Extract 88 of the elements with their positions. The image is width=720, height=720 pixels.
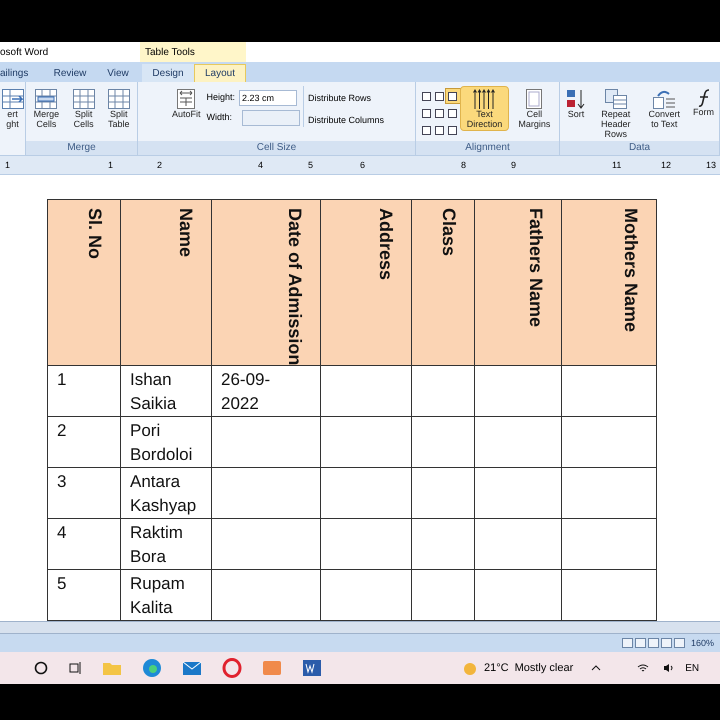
ribbon-tab[interactable]: Layout — [194, 64, 246, 82]
table-grid-icon — [72, 89, 95, 109]
convert-table-icon — [653, 89, 676, 109]
ruler-number: 8 — [461, 159, 466, 172]
task-view-icon[interactable] — [68, 661, 82, 676]
context-tab-group: Table Tools — [140, 42, 246, 62]
search-icon[interactable] — [34, 661, 48, 676]
zoom-level: 160% — [690, 636, 714, 650]
ribbon-button[interactable]: Convert to Text — [642, 86, 687, 131]
table-cell: Ishan Saikia — [130, 370, 176, 414]
column-header: Class — [438, 208, 460, 256]
height-label: Height: — [206, 91, 236, 104]
ruler-number: 5 — [308, 159, 314, 172]
column-header: Mothers Name — [620, 208, 642, 332]
ribbon-tab[interactable]: Review — [46, 64, 94, 82]
table-cell: 5 — [57, 574, 66, 594]
chevron-up-icon[interactable] — [591, 665, 602, 672]
ruler-number: 11 — [612, 159, 622, 172]
repeat-rows-icon — [604, 89, 627, 109]
ruler-number: 12 — [661, 159, 672, 172]
speaker-icon[interactable] — [663, 663, 676, 674]
column-header: Name — [175, 208, 197, 258]
view-mode-icon[interactable] — [648, 638, 659, 648]
height-field[interactable]: 2.23 cm — [239, 90, 298, 106]
ribbon-button[interactable]: Cell Margins — [512, 86, 557, 131]
table-grid-icon — [35, 89, 58, 109]
ribbon-button[interactable]: Form — [690, 86, 717, 119]
column-header: Fathers Name — [525, 208, 547, 328]
table-cell: Rupam Kalita — [130, 574, 185, 618]
horizontal-scrollbar[interactable] — [0, 621, 720, 634]
language-indicator[interactable]: EN — [685, 660, 700, 676]
ribbon-button[interactable]: ert ght — [0, 86, 25, 131]
ruler-number: 6 — [360, 159, 366, 172]
window-title: osoft Word — [0, 46, 50, 60]
column-header: Address — [375, 208, 397, 280]
ruler-number: 2 — [157, 159, 162, 172]
wifi-icon[interactable] — [637, 663, 650, 674]
weather-text: Mostly clear — [514, 661, 574, 676]
column-header: Date of Admission — [284, 208, 306, 366]
table-cell: Antara Kashyap — [130, 472, 196, 516]
weather-icon — [462, 660, 478, 676]
table-cell: 4 — [57, 523, 66, 542]
ribbon-button[interactable]: Text Direction — [460, 86, 509, 131]
ribbon-button[interactable]: Repeat Header Rows — [593, 86, 638, 141]
table-grid-icon — [108, 89, 130, 109]
text-direction-icon — [473, 89, 496, 109]
ribbon-tab[interactable]: Design — [142, 64, 194, 82]
ruler-number: 9 — [511, 159, 516, 172]
formula-icon — [698, 89, 710, 107]
table-cell: 1 — [57, 370, 66, 390]
align-button[interactable] — [444, 88, 461, 104]
width-field[interactable] — [242, 110, 300, 126]
distribute-button[interactable]: Distribute Columns — [308, 114, 384, 127]
table-cell: 2 — [57, 421, 66, 440]
table-cell-text: 26-09-2022 — [221, 369, 272, 416]
group-label: Merge — [26, 141, 137, 155]
weather-temperature: 21°C — [484, 661, 509, 676]
ribbon-button[interactable]: Split Cells — [68, 86, 100, 131]
group-label: Data — [560, 141, 719, 155]
view-mode-icon[interactable] — [622, 638, 633, 648]
ruler-number: 4 — [258, 159, 264, 172]
ruler-number: 1 — [5, 159, 10, 172]
ribbon-button[interactable]: AutoFit — [168, 86, 204, 121]
view-mode-icon[interactable] — [634, 638, 646, 648]
ribbon-button[interactable]: Merge Cells — [28, 86, 65, 131]
view-mode-icon[interactable] — [674, 638, 685, 648]
ruler-number: 13 — [706, 159, 716, 172]
browser-icon[interactable] — [142, 658, 162, 678]
sort-icon — [565, 89, 587, 109]
group-label: Cell Size — [138, 141, 415, 155]
table-cell: Pori Bordoloi — [130, 421, 192, 464]
ribbon-tab[interactable]: View — [94, 64, 142, 82]
ruler-number: 1 — [108, 159, 114, 172]
group-label: Alignment — [416, 141, 559, 155]
table-cell: 3 — [57, 472, 66, 492]
distribute-button[interactable]: Distribute Rows — [308, 92, 384, 106]
view-mode-icon[interactable] — [660, 638, 672, 648]
column-header: Sl. No — [84, 208, 106, 260]
circle-o-icon[interactable] — [222, 658, 242, 678]
mail-icon[interactable] — [182, 660, 202, 676]
table-cell: Raktim Bora — [130, 523, 183, 566]
word-icon[interactable] — [302, 659, 322, 678]
width-label: Width: — [206, 111, 232, 124]
insert-column-icon — [2, 89, 24, 109]
ribbon-button[interactable]: Split Table — [102, 86, 135, 131]
ribbon-button[interactable]: Sort — [562, 86, 590, 121]
autofit-icon — [175, 89, 198, 109]
ribbon-tab[interactable]: ailings — [0, 64, 46, 82]
